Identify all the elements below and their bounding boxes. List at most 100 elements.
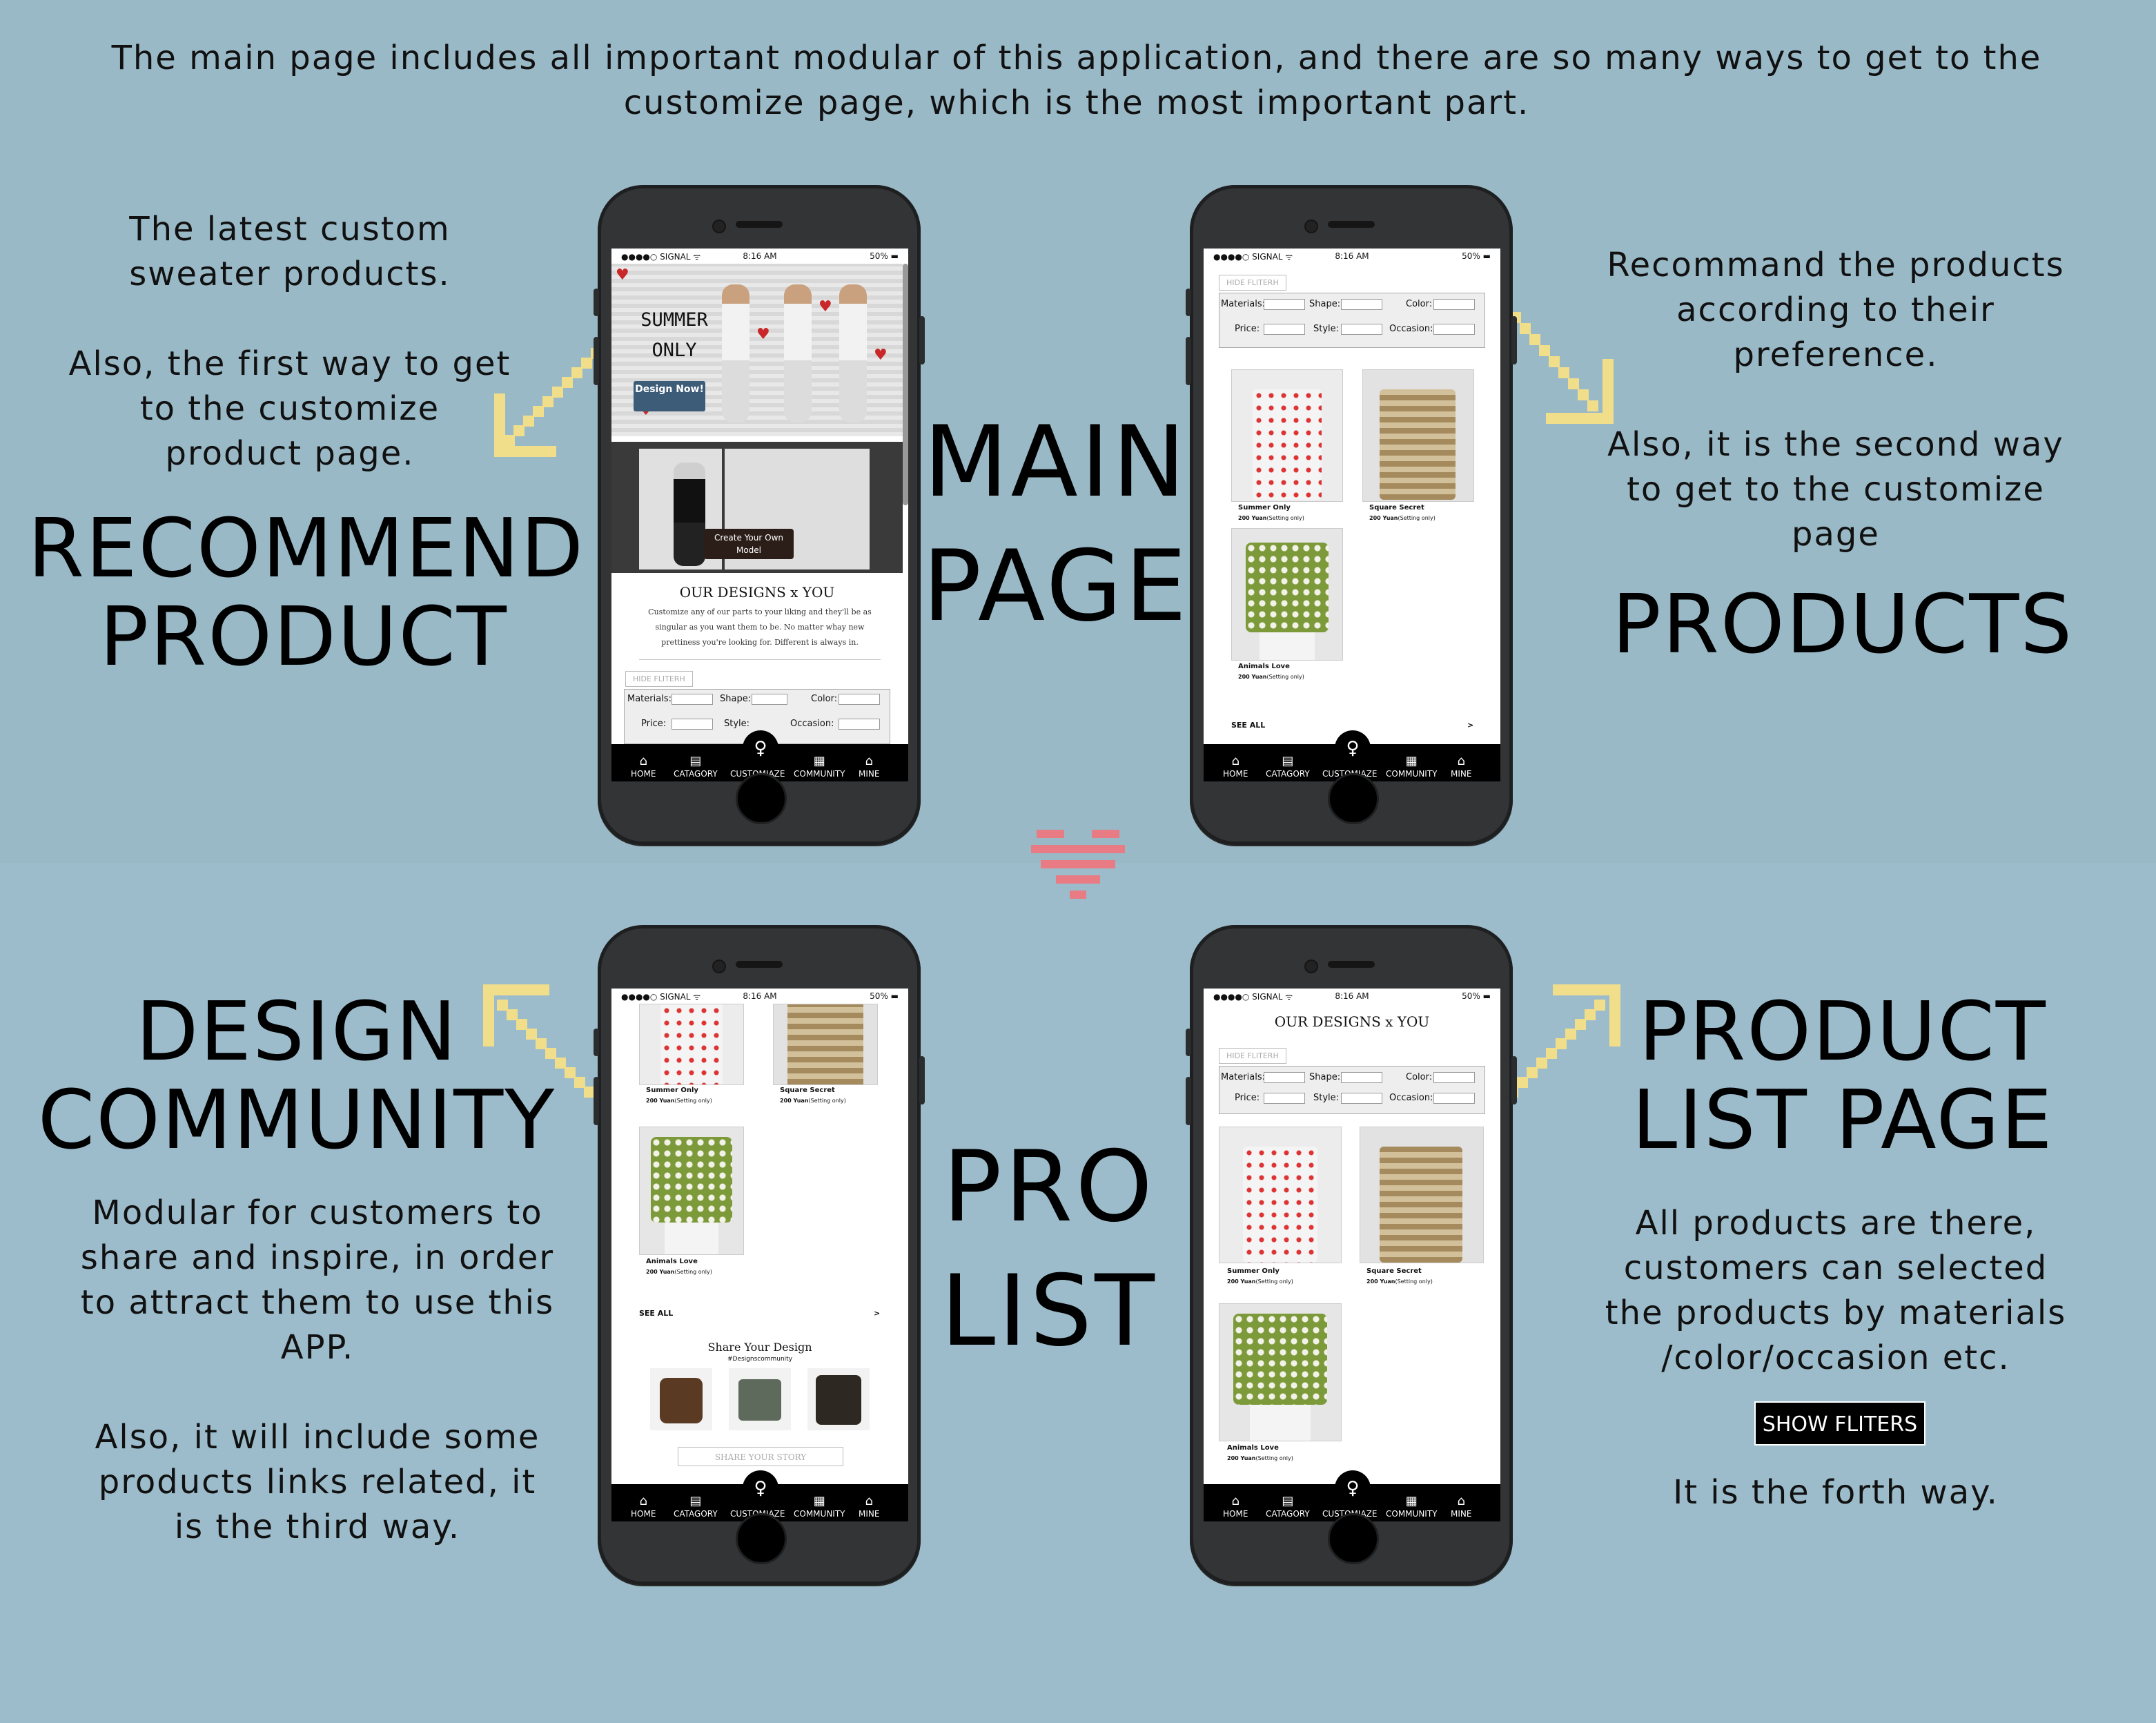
home-button[interactable] (1328, 1513, 1379, 1564)
shape-select[interactable] (1341, 1072, 1382, 1083)
model-editor-preview[interactable]: Create Your Own Model (611, 442, 903, 573)
tab-label: COMMUNITY (1386, 1509, 1438, 1519)
occasion-select[interactable] (1433, 324, 1475, 335)
shape-select[interactable] (752, 694, 787, 705)
hide-filter-button[interactable]: HIDE FLITERH (625, 671, 693, 687)
community-photo[interactable] (807, 1368, 870, 1430)
price-select[interactable] (1264, 324, 1305, 335)
price-select[interactable] (1264, 1093, 1305, 1104)
color-select[interactable] (839, 694, 880, 705)
tab-catagory[interactable]: ▤ CATAGORY (1266, 1495, 1310, 1519)
tab-home[interactable]: ⌂ HOME (1223, 755, 1248, 779)
status-time: 8:16 AM (743, 251, 777, 261)
main-page-line: MAIN (923, 405, 1188, 519)
color-select[interactable] (1433, 299, 1475, 310)
product-name[interactable]: Square Secret (1366, 1267, 1422, 1275)
price-select[interactable] (672, 719, 713, 730)
tab-mine[interactable]: ⌂ MINE (1451, 755, 1471, 779)
customize-hanger-icon[interactable]: ♀ (1335, 1470, 1371, 1506)
product-image[interactable] (1231, 369, 1343, 502)
see-all-link[interactable]: SEE ALL (639, 1309, 673, 1318)
community-photo[interactable] (729, 1368, 791, 1430)
customize-hanger-icon[interactable]: ♀ (1335, 730, 1371, 766)
design-now-button[interactable]: Design Now! (634, 381, 705, 411)
tab-home[interactable]: ⌂ HOME (631, 755, 656, 779)
tab-community[interactable]: ▦ COMMUNITY (794, 755, 845, 779)
tab-mine[interactable]: ⌂ MINE (859, 755, 879, 779)
product-image[interactable] (1362, 369, 1474, 502)
product-name[interactable]: Square Secret (780, 1087, 835, 1094)
materials-select[interactable] (1264, 1072, 1305, 1083)
tab-catagory[interactable]: ▤ CATAGORY (674, 1495, 718, 1519)
product-name[interactable]: Summer Only (1238, 504, 1291, 512)
cardigan-shape (738, 1379, 781, 1421)
filter-label: Shape: (720, 694, 752, 704)
materials-select[interactable] (1264, 299, 1305, 310)
tab-home[interactable]: ⌂ HOME (1223, 1495, 1248, 1519)
see-all-link[interactable]: SEE ALL (1231, 721, 1265, 730)
tab-mine[interactable]: ⌂ MINE (1451, 1495, 1471, 1519)
scrollbar[interactable] (903, 264, 908, 505)
product-name[interactable]: Summer Only (1227, 1267, 1280, 1275)
avatar (674, 463, 705, 566)
tab-home[interactable]: ⌂ HOME (631, 1495, 656, 1519)
summer-banner[interactable]: ♥ ♥ ♥ ♥ ♥ SUMMER ONLY Design Now! (611, 264, 903, 436)
share-story-button[interactable]: SHARE YOUR STORY (678, 1447, 843, 1466)
color-select[interactable] (1433, 1072, 1475, 1083)
filter-label: Price: (1235, 1093, 1260, 1103)
product-name[interactable]: Animals Love (1238, 663, 1290, 670)
customize-hanger-icon[interactable]: ♀ (743, 730, 778, 766)
see-all-arrow-icon[interactable]: > (1467, 721, 1473, 730)
community-icon: ▦ (813, 754, 825, 768)
tab-community[interactable]: ▦ COMMUNITY (1386, 755, 1438, 779)
price-value: 200 Yuan (646, 1269, 675, 1275)
section-title: OUR DESIGNS x YOU (1274, 1013, 1430, 1030)
home-button[interactable] (736, 1513, 787, 1564)
style-select[interactable] (1341, 324, 1382, 335)
product-name[interactable]: Animals Love (646, 1258, 698, 1265)
community-photo[interactable] (650, 1368, 712, 1430)
create-model-button[interactable]: Create Your Own Model (704, 529, 794, 559)
tab-community[interactable]: ▦ COMMUNITY (1386, 1495, 1438, 1519)
product-price: 200 Yuan(Setting only) (1238, 515, 1304, 521)
price-note: (Setting only) (1395, 1278, 1433, 1285)
home-button[interactable] (1328, 773, 1379, 824)
product-image[interactable] (639, 1127, 744, 1255)
product-name[interactable]: Summer Only (646, 1087, 698, 1094)
product-image[interactable] (1360, 1127, 1484, 1263)
occasion-select[interactable] (1433, 1093, 1475, 1104)
camera-icon (1304, 220, 1318, 233)
recommend-desc-line: sweater products. (129, 255, 451, 293)
product-name[interactable]: Animals Love (1227, 1444, 1279, 1452)
product-price: 200 Yuan(Setting only) (646, 1269, 712, 1275)
customize-hanger-icon[interactable]: ♀ (743, 1470, 778, 1506)
product-image[interactable] (1219, 1303, 1342, 1441)
home-icon: ⌂ (1231, 754, 1239, 768)
product-list-title: PRODUCT LIST PAGE (1580, 987, 2105, 1164)
style-select[interactable] (1341, 1093, 1382, 1104)
product-image[interactable] (1219, 1127, 1342, 1263)
camera-icon (712, 960, 726, 973)
phone-products: ●●●●○ SIGNAL ᯤ 8:16 AM 50% ▬ HIDE FLITER… (1186, 185, 1517, 845)
product-list-title-line: LIST PAGE (1631, 1072, 2054, 1167)
product-image[interactable] (773, 1004, 878, 1085)
product-image[interactable] (639, 1004, 744, 1085)
hide-filter-button[interactable]: HIDE FLITERH (1219, 275, 1286, 291)
hide-filter-button[interactable]: HIDE FLITERH (1219, 1048, 1286, 1064)
camera-icon (1304, 960, 1318, 973)
product-list-desc-line: the products by materials (1605, 1294, 2067, 1332)
tab-community[interactable]: ▦ COMMUNITY (794, 1495, 845, 1519)
product-name[interactable]: Square Secret (1369, 504, 1424, 512)
show-filters-button[interactable]: SHOW FLITERS (1754, 1401, 1925, 1445)
tab-catagory[interactable]: ▤ CATAGORY (674, 755, 718, 779)
tab-catagory[interactable]: ▤ CATAGORY (1266, 755, 1310, 779)
tab-mine[interactable]: ⌂ MINE (859, 1495, 879, 1519)
filter-label: Style: (1313, 324, 1340, 334)
product-image[interactable] (1231, 528, 1343, 661)
home-button[interactable] (736, 773, 787, 824)
materials-select[interactable] (672, 694, 713, 705)
shape-select[interactable] (1341, 299, 1382, 310)
section-title: OUR DESIGNS x YOU (679, 584, 835, 601)
occasion-select[interactable] (839, 719, 880, 730)
see-all-arrow-icon[interactable]: > (874, 1309, 880, 1318)
